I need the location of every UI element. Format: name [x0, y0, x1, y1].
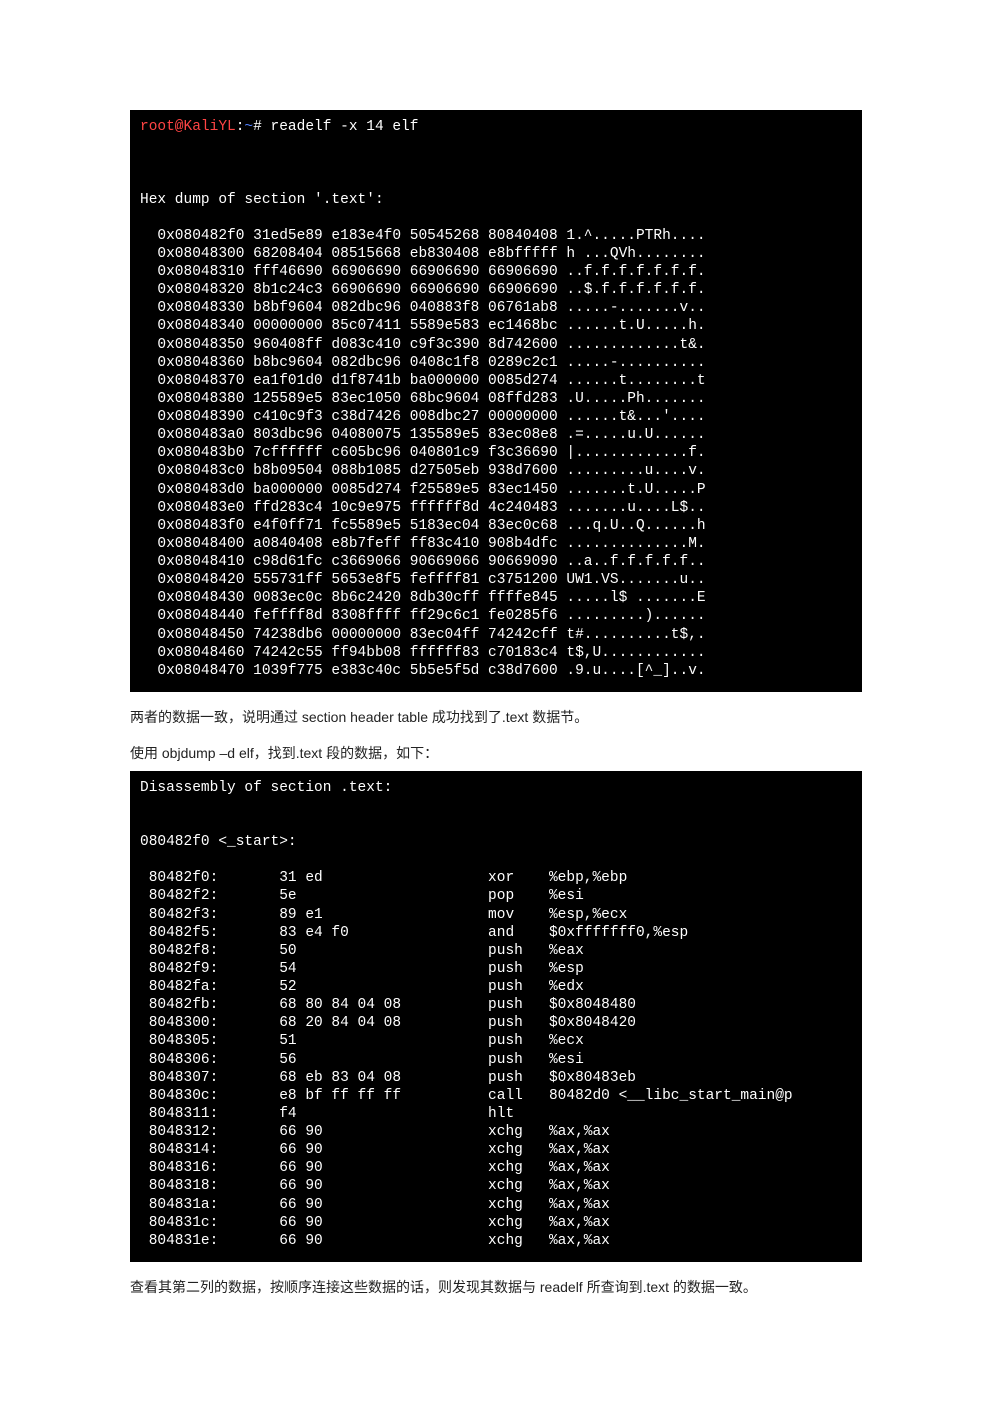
terminal-block-2: Disassembly of section .text: 080482f0 <… — [130, 771, 862, 1262]
paragraph-2: 使用 objdump –d elf，找到.text 段的数据，如下： — [130, 742, 862, 764]
disassembly-rows: 80482f0: 31 ed xor %ebp,%ebp 80482f2: 5e… — [140, 870, 793, 1249]
terminal-block-1: root@KaliYL:~# readelf -x 14 elf Hex dum… — [130, 110, 862, 692]
hexdump-rows: 0x080482f0 31ed5e89 e183e4f0 50545268 80… — [140, 228, 706, 679]
hexdump-header: Hex dump of section '.text': — [140, 191, 852, 209]
prompt-dir: ~ — [244, 119, 253, 135]
paragraph-1: 两者的数据一致，说明通过 section header table 成功找到了.… — [130, 706, 862, 728]
document-page: root@KaliYL:~# readelf -x 14 elf Hex dum… — [0, 0, 992, 1364]
command-text: readelf -x 14 elf — [271, 119, 419, 135]
disassembly-header: Disassembly of section .text: — [140, 779, 852, 797]
prompt-user: root@KaliYL — [140, 119, 236, 135]
paragraph-3: 查看其第二列的数据，按顺序连接这些数据的话，则发现其数据与 readelf 所查… — [130, 1276, 862, 1298]
start-label: 080482f0 <_start>: — [140, 833, 852, 851]
